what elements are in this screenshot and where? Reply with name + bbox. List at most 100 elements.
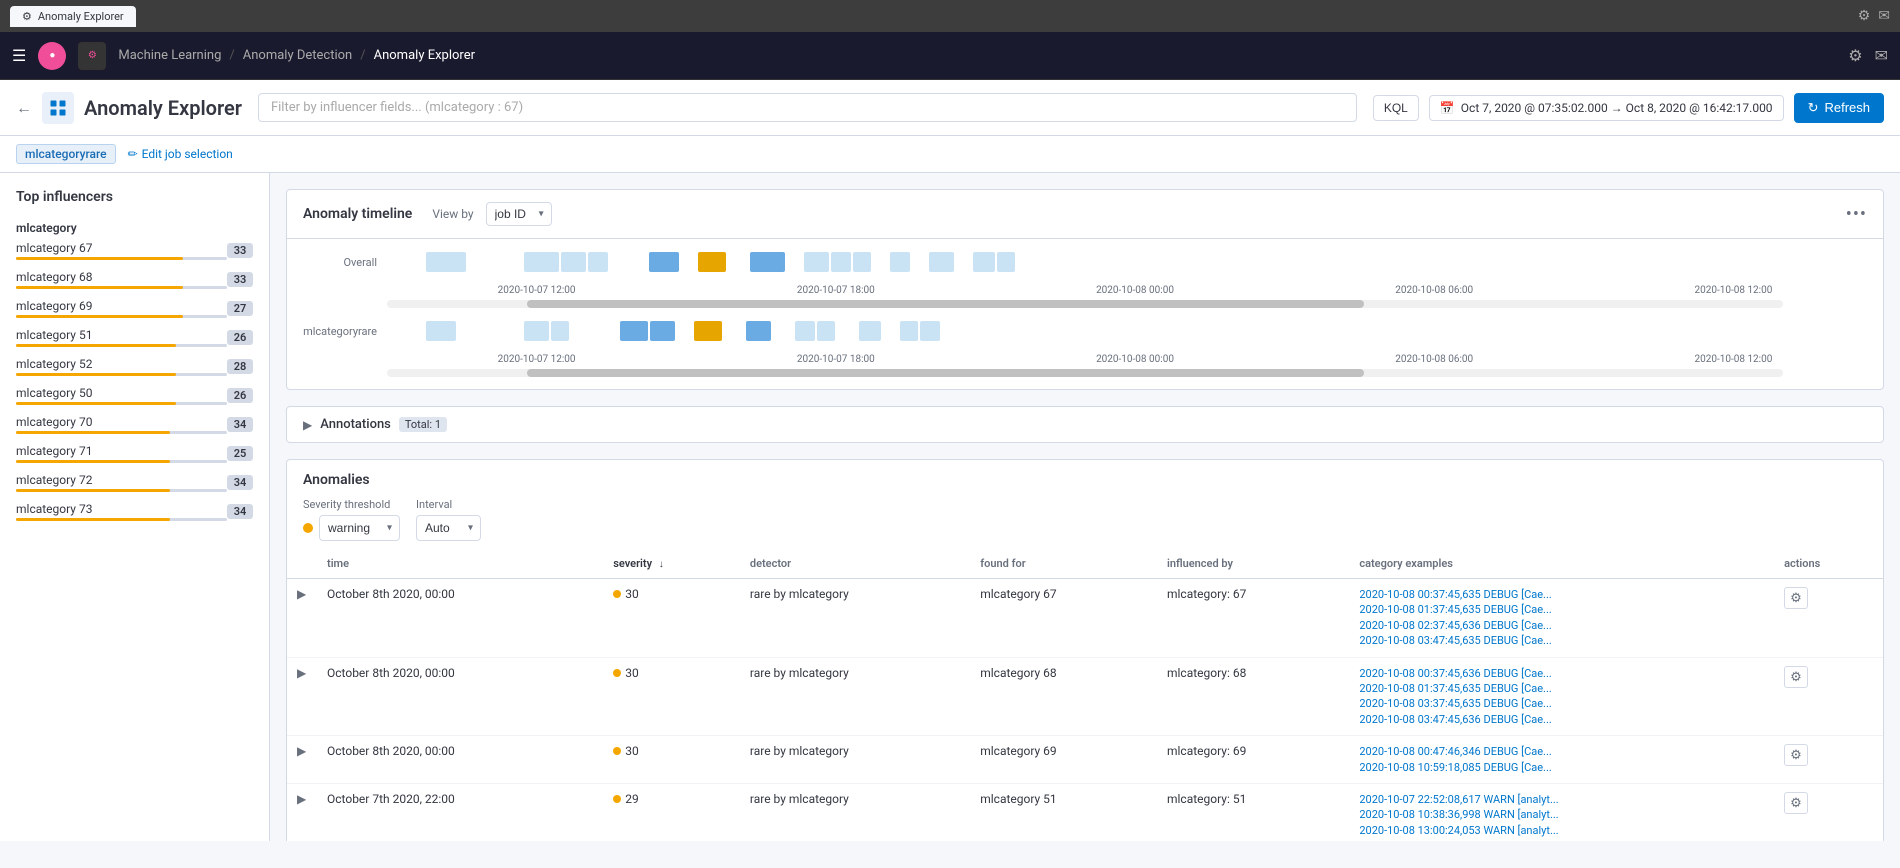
severity-dot [613,747,621,755]
menu-icon[interactable]: ☰ [12,46,26,65]
tab-label: Anomaly Explorer [38,10,124,23]
example-link[interactable]: 2020-10-08 10:38:36,998 WARN [analyt... [1359,807,1764,822]
category-examples-col-header: category examples [1349,549,1774,579]
list-item[interactable]: mlcategory 52 28 [16,357,253,376]
example-link[interactable]: 2020-10-08 03:47:45,635 DEBUG [Cae... [1359,633,1764,648]
row-actions-button[interactable]: ⚙ [1784,587,1808,609]
example-link[interactable]: 2020-10-08 00:47:46,346 DEBUG [Cae... [1359,744,1764,759]
kibana-nav: ☰ ● ⚙ Machine Learning / Anomaly Detecti… [0,32,1900,80]
influenced-by-col-header[interactable]: influenced by [1157,549,1349,579]
examples-cell: 2020-10-07 22:52:08,617 WARN [analyt... … [1349,783,1774,841]
example-link[interactable]: 2020-10-08 01:37:45,635 DEBUG [Cae... [1359,602,1764,617]
refresh-button[interactable]: ↻ Refresh [1794,93,1884,123]
row-expand-btn[interactable]: ▶ [297,587,306,601]
severity-col-header[interactable]: severity ↓ [603,549,740,579]
example-link[interactable]: 2020-10-08 00:37:45,635 DEBUG [Cae... [1359,587,1764,602]
example-link[interactable]: 2020-10-08 00:37:45,636 DEBUG [Cae... [1359,666,1764,681]
influencer-score: 25 [227,446,253,461]
interval-select[interactable]: Auto Hour Day [416,515,481,541]
detector-cell: rare by mlcategory [740,736,970,784]
browser-tab-active[interactable]: ⚙ Anomaly Explorer [10,6,136,27]
app-icon [42,92,74,124]
example-link[interactable]: 2020-10-08 03:37:45,635 DEBUG [Cae... [1359,696,1764,711]
list-item[interactable]: mlcategory 71 25 [16,444,253,463]
help-icon[interactable]: ⚙ [1848,46,1862,66]
influencer-score: 28 [227,359,253,374]
list-item[interactable]: mlcategory 68 33 [16,270,253,289]
list-item[interactable]: mlcategory 51 26 [16,328,253,347]
browser-mail-icon[interactable]: ✉ [1878,8,1890,24]
example-link[interactable]: 2020-10-08 02:37:45,636 DEBUG [Cae... [1359,618,1764,633]
table-header-row: time severity ↓ detector found for influ… [287,549,1883,579]
sidebar-title: Top influencers [0,185,269,217]
interval-label: Interval [416,498,481,511]
row-actions-button[interactable]: ⚙ [1784,744,1808,766]
actions-cell: ⚙ [1774,579,1883,658]
notifications-icon[interactable]: ✉ [1875,46,1888,66]
influenced-by-cell: mlcategory: 67 [1157,579,1349,658]
list-item[interactable]: mlcategory 72 34 [16,473,253,492]
list-item[interactable]: mlcategory 67 33 [16,241,253,260]
breadcrumb-anomaly-detection[interactable]: Anomaly Detection [243,48,352,63]
browser-settings-icon[interactable]: ⚙ [1858,8,1871,24]
date-picker[interactable]: 📅 Oct 7, 2020 @ 07:35:02.000 → Oct 8, 20… [1429,95,1784,121]
content-area: Anomaly timeline View by job ID ••• Over… [270,173,1900,841]
list-item[interactable]: mlcategory 70 34 [16,415,253,434]
actions-col-header: actions [1774,549,1883,579]
job-label: mlcategoryrare [287,325,387,338]
influencer-group: mlcategory mlcategory 67 33 mlcategory 6… [0,217,269,535]
filter-input[interactable]: Filter by influencer fields... (mlcatego… [258,93,1357,122]
interval-control-group: Interval Auto Hour Day [416,498,481,541]
timeline-panel: Anomaly timeline View by job ID ••• Over… [286,189,1884,390]
severity-select[interactable]: warning minor major critical [319,515,400,541]
timeline-title: Anomaly timeline [303,206,412,222]
sidebar: Top influencers mlcategory mlcategory 67… [0,173,270,841]
back-button[interactable]: ← [16,98,32,118]
timeline-scrollbar-2[interactable] [387,369,1783,377]
row-actions-button[interactable]: ⚙ [1784,666,1808,688]
date-range-text: Oct 7, 2020 @ 07:35:02.000 → Oct 8, 2020… [1461,101,1773,115]
view-by-label: View by [432,207,473,221]
job-tag[interactable]: mlcategoryrare [16,144,116,164]
influencer-name: mlcategory 69 [16,299,227,313]
actions-cell: ⚙ [1774,657,1883,736]
influencer-score: 27 [227,301,253,316]
breadcrumb-ml[interactable]: Machine Learning [118,48,221,63]
severity-cell: 30 [603,579,740,658]
example-link[interactable]: 2020-10-07 22:52:08,617 WARN [analyt... [1359,792,1764,807]
table-row: ▶ October 8th 2020, 00:00 30 rare by mlc… [287,657,1883,736]
row-actions-button[interactable]: ⚙ [1784,792,1808,814]
timeline-menu-icon[interactable]: ••• [1846,204,1867,225]
view-by-select[interactable]: job ID [486,202,552,226]
example-link[interactable]: 2020-10-08 01:37:45,635 DEBUG [Cae... [1359,681,1764,696]
app-header: ← Anomaly Explorer Filter by influencer … [0,80,1900,136]
job-timeline-bars [387,316,1883,346]
annotations-header[interactable]: ▶ Annotations Total: 1 [287,407,1883,442]
filter-area: Filter by influencer fields... (mlcatego… [258,93,1357,122]
example-link[interactable]: 2020-10-08 03:47:45,636 DEBUG [Cae... [1359,712,1764,727]
time-col-header[interactable]: time [317,549,603,579]
found-for-col-header[interactable]: found for [970,549,1157,579]
severity-indicator [303,523,313,533]
list-item[interactable]: mlcategory 50 26 [16,386,253,405]
influencer-name: mlcategory 52 [16,357,227,371]
severity-dot [613,669,621,677]
list-item[interactable]: mlcategory 69 27 [16,299,253,318]
timeline-axis-job: 2020-10-07 12:00 2020-10-07 18:00 2020-1… [287,354,1883,365]
example-link[interactable]: 2020-10-08 13:00:24,053 WARN [analyt... [1359,823,1764,838]
severity-cell: 30 [603,736,740,784]
example-link[interactable]: 2020-10-08 10:59:18,085 DEBUG [Cae... [1359,760,1764,775]
row-expand-btn[interactable]: ▶ [297,792,306,806]
timeline-scrollbar[interactable] [387,300,1783,308]
edit-job-link[interactable]: ✏ Edit job selection [128,147,233,161]
list-item[interactable]: mlcategory 73 34 [16,502,253,521]
detector-col-header[interactable]: detector [740,549,970,579]
breadcrumb-current: Anomaly Explorer [374,48,475,63]
influencer-score: 26 [227,330,253,345]
row-expand-btn[interactable]: ▶ [297,744,306,758]
edit-icon: ✏ [128,147,138,161]
timeline-job-row: mlcategoryrare [287,316,1883,346]
influencer-score: 34 [227,417,253,432]
row-expand-btn[interactable]: ▶ [297,666,306,680]
kql-button[interactable]: KQL [1373,95,1419,121]
